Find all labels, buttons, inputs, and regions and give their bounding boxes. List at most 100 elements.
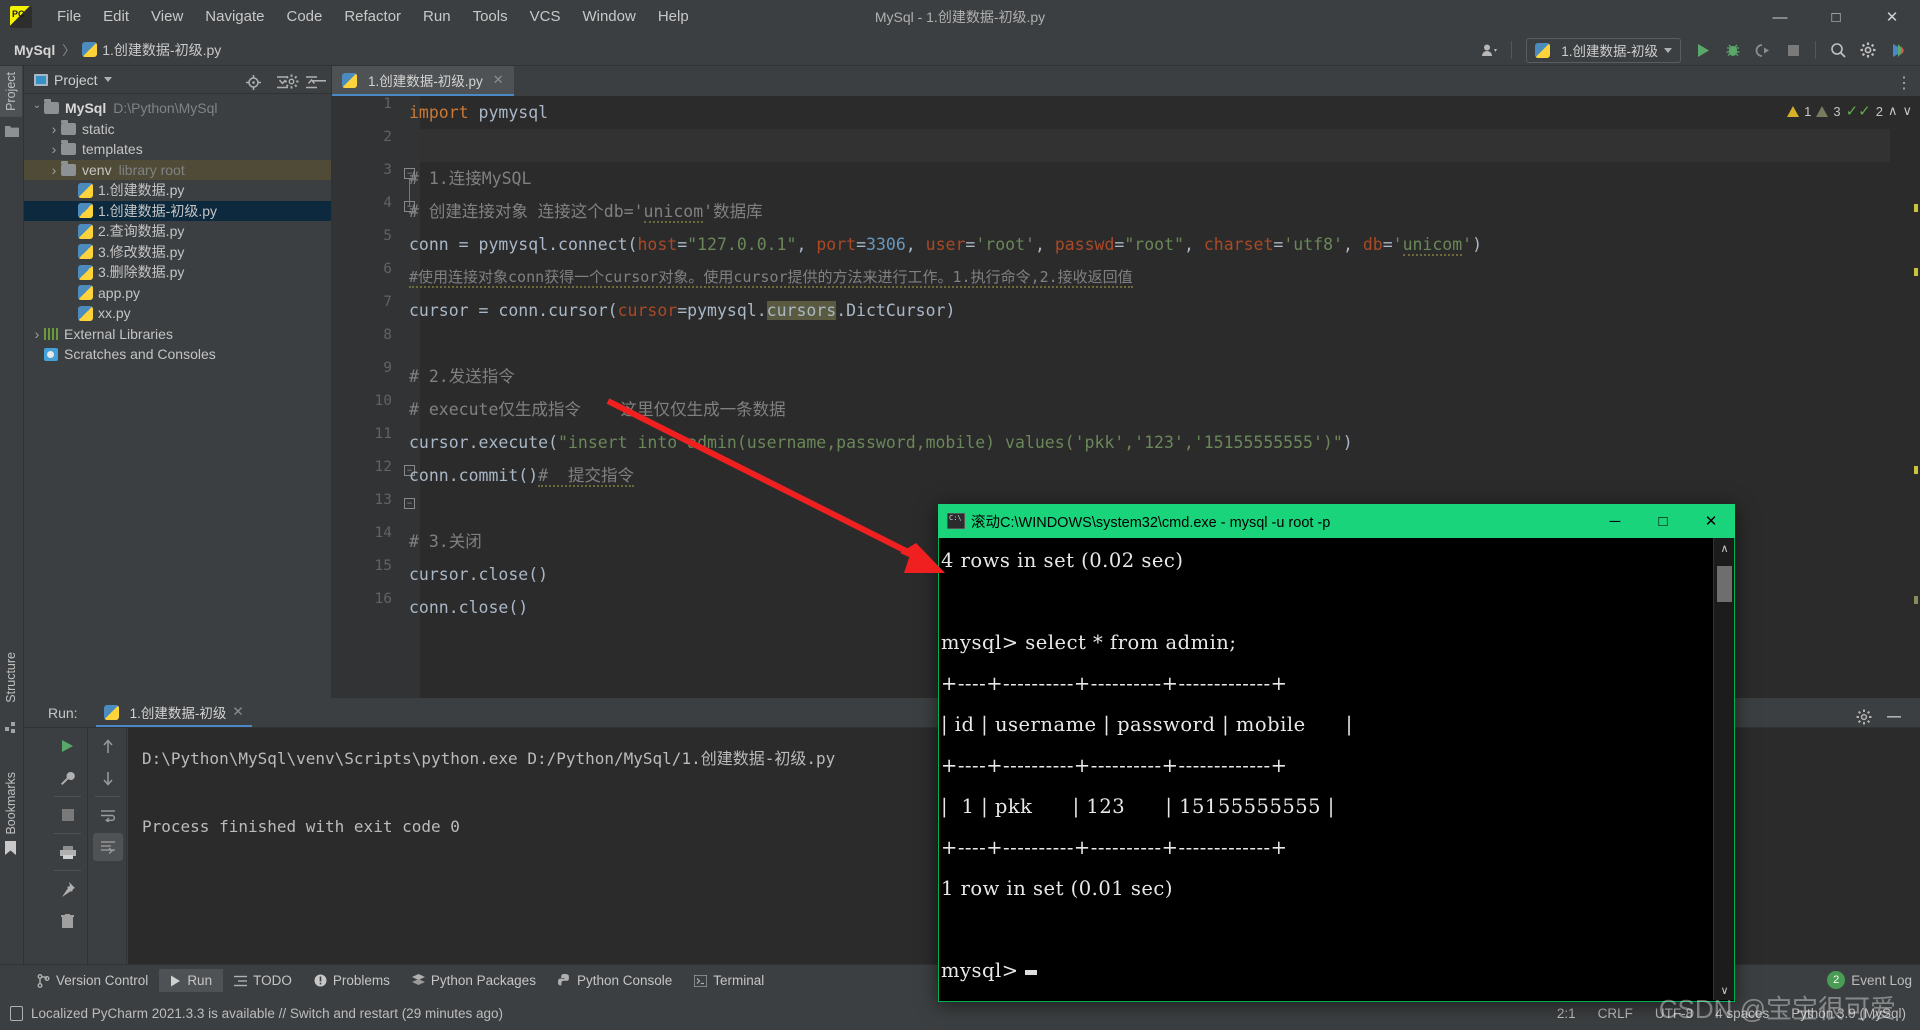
tree-node-12[interactable]: Scratches and Consoles (24, 344, 331, 365)
error-stripe-mark[interactable] (1914, 204, 1918, 212)
menu-refactor[interactable]: Refactor (333, 0, 412, 34)
settings-icon[interactable] (1854, 37, 1882, 63)
tree-node-6[interactable]: 2.查询数据.py (24, 221, 331, 242)
maximize-button[interactable]: □ (1808, 0, 1864, 34)
menu-file[interactable]: File (46, 0, 92, 34)
run-tab[interactable]: 1.创建数据-初级 ✕ (95, 698, 252, 727)
file-encoding[interactable]: UTF-8 (1655, 1006, 1693, 1021)
bottom-tab-todo[interactable]: TODO (223, 969, 303, 992)
line-separator[interactable]: CRLF (1598, 1006, 1633, 1021)
cmd-minimize-button[interactable]: ─ (1591, 504, 1639, 538)
run-settings-wrench-icon[interactable] (53, 764, 83, 792)
expand-arrow-icon[interactable] (47, 141, 61, 157)
updates-icon[interactable] (1884, 37, 1912, 63)
hide-panel-icon[interactable] (306, 68, 332, 94)
cmd-scroll-thumb[interactable] (1717, 566, 1732, 602)
tree-node-10[interactable]: xx.py (24, 303, 331, 324)
next-problem-icon[interactable]: ∨ (1902, 103, 1912, 119)
run-icon[interactable] (1689, 37, 1717, 63)
bottom-tab-terminal[interactable]: Terminal (683, 969, 775, 992)
scroll-up-icon[interactable] (93, 732, 123, 760)
account-icon[interactable] (1475, 37, 1503, 63)
expand-arrow-icon[interactable] (30, 103, 44, 114)
scroll-down-icon[interactable] (93, 764, 123, 792)
expand-arrow-icon[interactable] (47, 162, 61, 178)
tree-node-3[interactable]: venv library root (24, 159, 331, 180)
menu-navigate[interactable]: Navigate (194, 0, 275, 34)
menu-view[interactable]: View (140, 0, 194, 34)
tree-node-5[interactable]: 1.创建数据-初级.py (24, 200, 331, 221)
project-settings-icon[interactable] (278, 68, 304, 94)
cmd-close-button[interactable]: ✕ (1687, 504, 1735, 538)
tree-node-4[interactable]: 1.创建数据.py (24, 180, 331, 201)
cmd-console-body[interactable]: 4 rows in set (0.02 sec) mysql> select *… (938, 538, 1735, 1002)
cmd-scroll-down-icon[interactable]: ∨ (1714, 980, 1735, 1000)
tree-node-7[interactable]: 3.修改数据.py (24, 242, 331, 263)
bottom-tab-python-packages[interactable]: Python Packages (401, 969, 547, 992)
prev-problem-icon[interactable]: ∧ (1888, 103, 1898, 119)
editor-options-icon[interactable]: ⋮ (1896, 73, 1912, 93)
run-settings-gear-icon[interactable] (1850, 704, 1878, 730)
tree-node-0[interactable]: MySql D:\Python\MySql (24, 98, 331, 119)
hide-run-panel-icon[interactable] (1880, 704, 1908, 730)
menu-run[interactable]: Run (412, 0, 462, 34)
status-message[interactable]: Localized PyCharm 2021.3.3 is available … (31, 1006, 503, 1021)
soft-wrap-icon[interactable] (93, 801, 123, 829)
minimize-button[interactable]: — (1752, 0, 1808, 34)
indent-setting[interactable]: 4 spaces (1715, 1006, 1769, 1021)
chevron-down-icon[interactable] (103, 77, 112, 82)
bottom-tab-python-console[interactable]: Python Console (547, 969, 683, 992)
stop-icon[interactable] (1779, 37, 1807, 63)
breadcrumb-file[interactable]: 1.创建数据-初级.py (102, 40, 221, 60)
inspection-widget[interactable]: 1 3 ✓✓ 2 ∧ ∨ (1787, 102, 1912, 120)
rerun-icon[interactable] (53, 732, 83, 760)
print-icon[interactable] (53, 838, 83, 866)
trash-icon[interactable] (53, 907, 83, 935)
debug-icon[interactable] (1719, 37, 1747, 63)
error-stripe-mark-4[interactable] (1914, 596, 1918, 604)
editor-tab-active[interactable]: 1.创建数据-初级.py ✕ (332, 66, 514, 96)
menu-window[interactable]: Window (571, 0, 646, 34)
caret-position[interactable]: 2:1 (1557, 1006, 1576, 1021)
bottom-tab-problems[interactable]: Problems (303, 969, 401, 992)
menu-code[interactable]: Code (275, 0, 333, 34)
menu-tools[interactable]: Tools (462, 0, 519, 34)
tree-node-11[interactable]: External Libraries (24, 324, 331, 345)
menu-help[interactable]: Help (647, 0, 700, 34)
close-tab-icon[interactable]: ✕ (493, 72, 504, 88)
cmd-window[interactable]: 滚动C:\WINDOWS\system32\cmd.exe - mysql -u… (938, 504, 1735, 1002)
python-interpreter[interactable]: Python 3.9 (MySql) (1791, 1006, 1906, 1021)
run-configuration-selector[interactable]: 1.创建数据-初级 (1526, 37, 1681, 63)
tree-node-9[interactable]: app.py (24, 283, 331, 304)
tree-node-8[interactable]: 3.删除数据.py (24, 262, 331, 283)
cmd-maximize-button[interactable]: □ (1639, 504, 1687, 538)
close-button[interactable]: ✕ (1864, 0, 1920, 34)
sidebar-tab-structure[interactable]: Structure (0, 646, 22, 709)
error-stripe-mark-3[interactable] (1914, 466, 1918, 474)
pin-icon[interactable] (53, 875, 83, 903)
tree-node-2[interactable]: templates (24, 139, 331, 160)
expand-arrow-icon[interactable] (47, 121, 61, 137)
error-stripe-mark-2[interactable] (1914, 268, 1918, 276)
cmd-scrollbar[interactable]: ∧ ∨ (1713, 538, 1734, 1000)
event-log-area[interactable]: 2 Event Log (1827, 964, 1912, 996)
bottom-tab-run[interactable]: Run (159, 969, 224, 992)
event-log-label[interactable]: Event Log (1851, 973, 1912, 988)
bottom-tab-version-control[interactable]: Version Control (26, 969, 159, 992)
menu-edit[interactable]: Edit (92, 0, 140, 34)
run-coverage-icon[interactable] (1749, 37, 1777, 63)
sidebar-tab-bookmarks[interactable]: Bookmarks (0, 766, 22, 841)
cmd-title-bar[interactable]: 滚动C:\WINDOWS\system32\cmd.exe - mysql -u… (938, 504, 1735, 538)
search-everywhere-icon[interactable] (1824, 37, 1852, 63)
expand-arrow-icon[interactable] (30, 326, 44, 342)
cmd-scroll-up-icon[interactable]: ∧ (1714, 538, 1735, 558)
menu-vcs[interactable]: VCS (519, 0, 572, 34)
tree-node-1[interactable]: static (24, 119, 331, 140)
breadcrumb-project[interactable]: MySql (14, 42, 55, 58)
stop-icon[interactable] (53, 801, 83, 829)
sidebar-tab-project[interactable]: Project (0, 66, 22, 117)
bottom-tab-label-version-control: Version Control (56, 973, 149, 988)
select-opened-file-icon[interactable] (239, 69, 267, 95)
scroll-to-end-icon[interactable] (92, 833, 123, 861)
close-run-tab-icon[interactable]: ✕ (232, 704, 243, 720)
